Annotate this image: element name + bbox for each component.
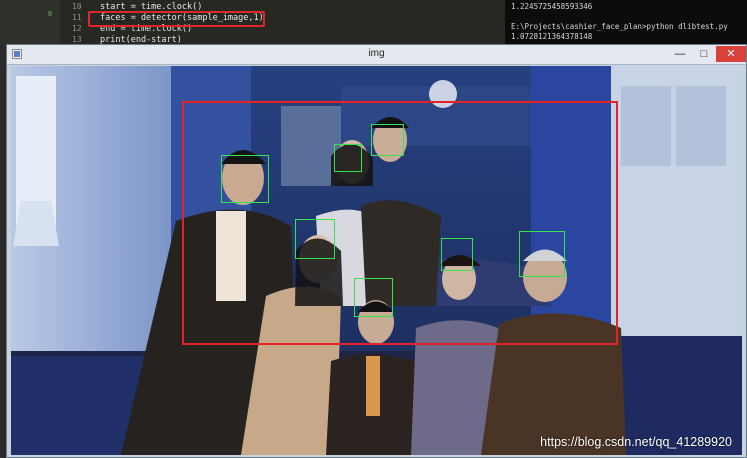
face-detection-box [334, 144, 362, 172]
terminal-line: E:\Projects\cashier_face_plan>python dli… [511, 22, 728, 31]
maximize-button[interactable]: □ [692, 46, 716, 62]
face-detection-box [295, 219, 335, 259]
face-detection-box [221, 155, 269, 203]
line-number: 13 [72, 35, 82, 44]
code-highlight-annotation [88, 11, 265, 27]
face-detection-box [441, 238, 473, 271]
gutter-marker: 6 [48, 10, 53, 18]
terminal-line: 1.0728121364378148 [511, 32, 593, 41]
terminal-line: 1.2245725458593346 [511, 2, 593, 11]
window-titlebar[interactable]: img — □ ✕ [7, 45, 746, 65]
image-window[interactable]: img — □ ✕ https://blog.csdn.net/qq_41289… [6, 44, 747, 458]
cabinet-panel [621, 86, 671, 166]
editor-gutter [0, 0, 60, 44]
cabinet-panel [676, 86, 726, 166]
face-detection-box [371, 124, 404, 156]
image-canvas[interactable]: https://blog.csdn.net/qq_41289920 [11, 66, 742, 455]
line-number: 10 [72, 2, 82, 11]
face-detection-box [519, 231, 565, 277]
line-number: 12 [72, 24, 82, 33]
watermark-url: https://blog.csdn.net/qq_41289920 [540, 435, 732, 449]
minimize-button[interactable]: — [668, 46, 692, 62]
line-number: 11 [72, 13, 82, 22]
terminal-background: 1.2245725458593346 E:\Projects\cashier_f… [505, 0, 747, 44]
code-editor-background: 6 10 start = time.clock() 11 faces = det… [0, 0, 505, 45]
face-detection-box [354, 278, 393, 317]
close-button[interactable]: ✕ [716, 46, 746, 62]
lamp-shade [13, 201, 59, 246]
window-title: img [368, 48, 385, 59]
tie [366, 356, 380, 416]
